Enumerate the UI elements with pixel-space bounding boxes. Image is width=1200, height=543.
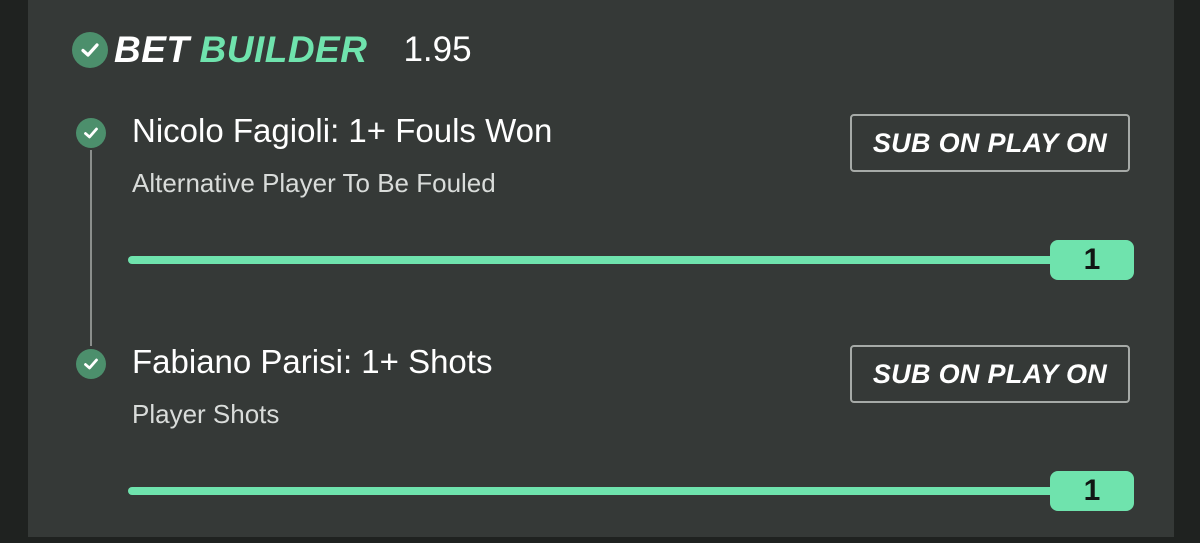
sub-on-play-on-button[interactable]: SUB ON PLAY ON [850,114,1130,172]
bet-builder-header: BET BUILDER 1.95 [72,30,472,70]
slider-track [128,256,1092,264]
line-slider[interactable]: 1 [128,471,1134,513]
slider-thumb[interactable]: 1 [1050,471,1134,511]
brand-word-bet: BET [114,29,190,70]
selection-item: Fabiano Parisi: 1+ Shots Player Shots SU… [0,343,1200,543]
check-circle-icon [72,32,108,68]
sub-on-play-on-button[interactable]: SUB ON PLAY ON [850,345,1130,403]
selection-market: Alternative Player To Be Fouled [132,168,496,198]
slider-track [128,487,1092,495]
selection-item: Nicolo Fagioli: 1+ Fouls Won Alternative… [0,112,1200,312]
brand-word-builder: BUILDER [199,29,368,70]
selection-market: Player Shots [132,399,280,429]
slider-thumb[interactable]: 1 [1050,240,1134,280]
selection-title: Fabiano Parisi: 1+ Shots [132,343,493,380]
line-slider[interactable]: 1 [128,240,1134,282]
bet-builder-logo: BET BUILDER [114,30,367,70]
selection-title: Nicolo Fagioli: 1+ Fouls Won [132,112,553,149]
check-circle-icon [76,118,106,148]
check-circle-icon [76,349,106,379]
combined-odds: 1.95 [403,30,472,69]
